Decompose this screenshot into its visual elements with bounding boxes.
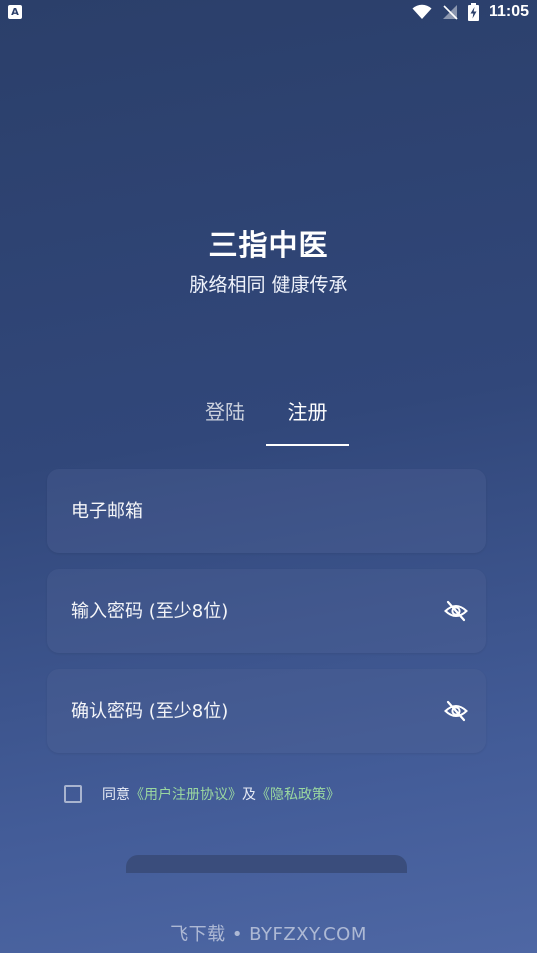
confirm-password-field-container	[47, 669, 486, 753]
app-title: 三指中医	[208, 228, 329, 262]
eye-off-icon	[444, 700, 468, 722]
email-field-container	[47, 469, 486, 553]
no-signal-icon	[442, 4, 458, 20]
email-input[interactable]	[71, 500, 470, 522]
eye-off-icon	[444, 600, 468, 622]
status-bar: A 11:05	[0, 0, 537, 24]
watermark: 飞下载 • BYFZXY.COM	[170, 924, 367, 945]
status-time: 11:05	[488, 3, 529, 20]
agreement-prefix: 同意	[102, 787, 130, 803]
app-notification-icon: A	[8, 5, 22, 19]
terms-link[interactable]: 《用户注册协议》	[130, 784, 242, 804]
agreement-and: 及	[242, 787, 256, 803]
confirm-password-visibility-toggle[interactable]	[442, 697, 470, 725]
password-input[interactable]	[71, 600, 442, 622]
privacy-link[interactable]: 《隐私政策》	[256, 784, 340, 804]
agreement-row: 同意 《用户注册协议》 及 《隐私政策》	[64, 784, 340, 804]
register-submit-button[interactable]	[126, 855, 407, 873]
tab-login[interactable]: 登陆	[188, 396, 262, 444]
wifi-icon	[412, 4, 432, 20]
battery-charging-icon	[467, 3, 479, 21]
agreement-checkbox[interactable]	[64, 785, 82, 803]
password-field-container	[47, 569, 486, 653]
auth-tabs: 登陆 注册	[0, 396, 537, 446]
password-visibility-toggle[interactable]	[442, 597, 470, 625]
confirm-password-input[interactable]	[71, 700, 442, 722]
brand-header: 三指中医 脉络相同 健康传承	[0, 222, 537, 297]
app-slogan: 脉络相同 健康传承	[189, 274, 348, 296]
tab-register[interactable]: 注册	[266, 396, 349, 446]
